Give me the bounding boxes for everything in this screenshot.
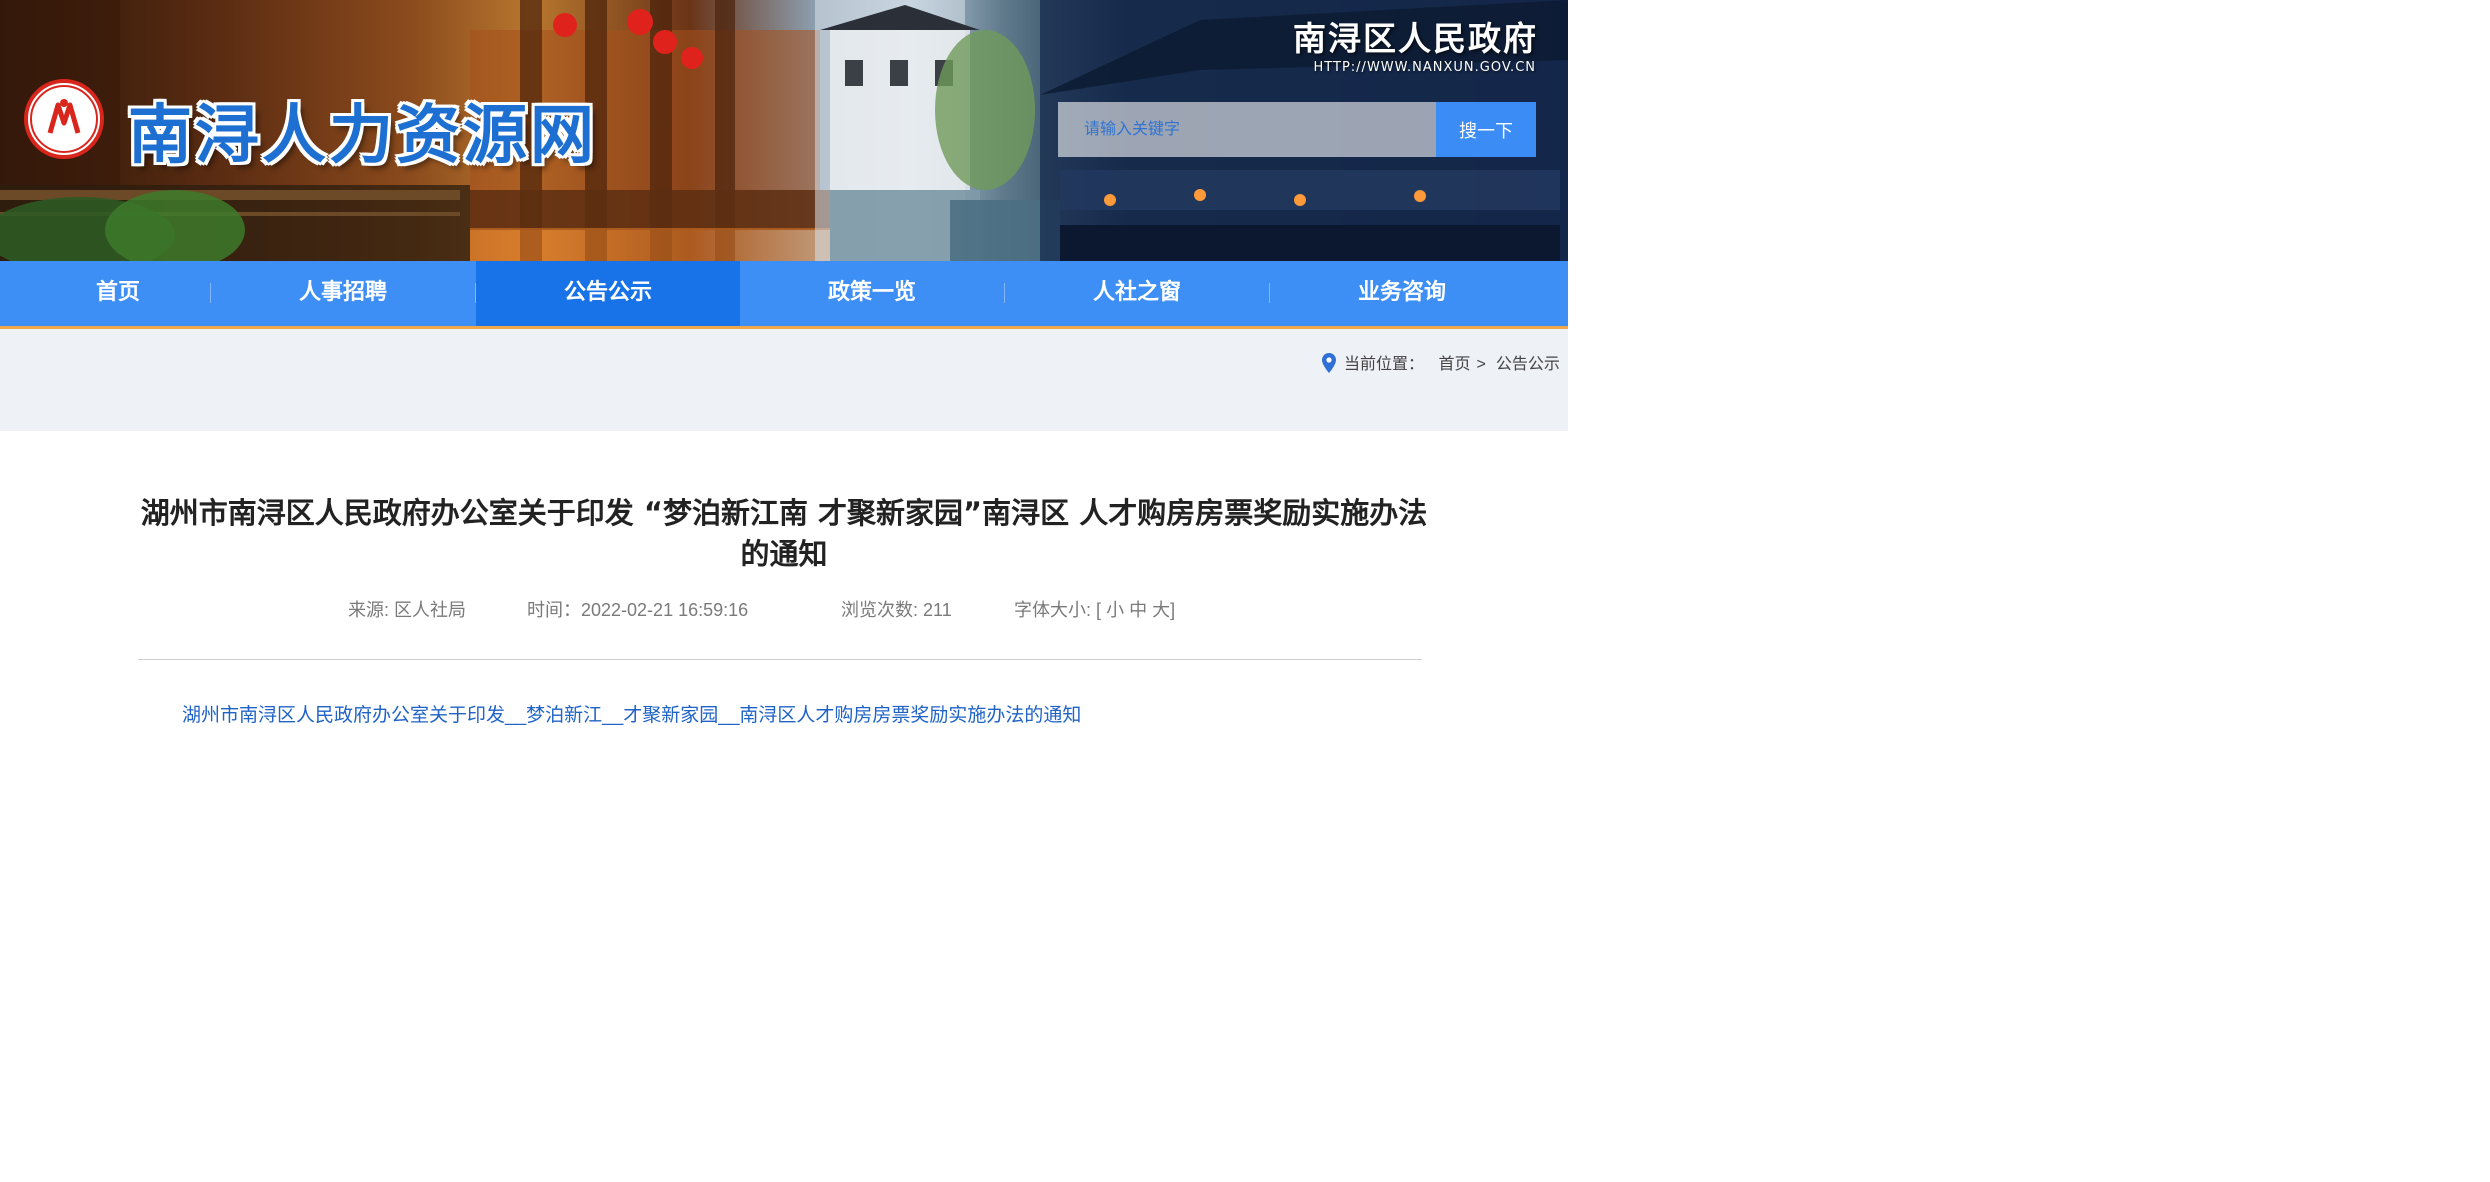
article-source: 来源: 区人社局 [348,596,466,622]
font-size-small-button[interactable]: 小 [1106,600,1124,620]
article-title: 湖州市南浔区人民政府办公室关于印发 “梦泊新江南 才聚新家园”南浔区 人才购房房… [140,496,1428,571]
header-banner: 南浔人力资源网 南浔区人民政府 HTTP://WWW.NANXUN.GOV.CN… [0,0,1568,261]
article-time: 时间：2022-02-21 16:59:16 [527,596,748,622]
article-views: 浏览次数: 211 [841,596,952,622]
breadcrumb-band: 当前位置： 首页 > 公告公示 [0,329,1568,431]
time-value: 2022-02-21 16:59:16 [581,600,749,620]
search-button[interactable]: 搜一下 [1436,102,1536,157]
breadcrumb-current-link[interactable]: 公告公示 [1496,356,1560,373]
source-value: 区人社局 [394,600,467,620]
search-input[interactable] [1058,102,1436,157]
font-size-medium-button[interactable]: 中 [1129,600,1147,620]
font-size-label: 字体大小: [1014,600,1092,620]
main-navigation: 首页 人事招聘 公告公示 政策一览 人社之窗 业务咨询 [0,261,1568,329]
nav-item-home[interactable]: 首页 [0,261,236,326]
views-label: 浏览次数: [841,600,919,620]
time-label: 时间： [527,600,581,620]
site-logo-emblem[interactable] [24,79,104,159]
government-url[interactable]: HTTP://WWW.NANXUN.GOV.CN [1314,60,1536,75]
attachment-link[interactable]: 湖州市南浔区人民政府办公室关于印发__梦泊新江__才聚新家园__南浔区人才购房房… [182,700,1081,727]
nav-item-policies[interactable]: 政策一览 [740,261,1004,326]
nav-item-announcements[interactable]: 公告公示 [476,261,740,326]
content-divider [138,659,1422,660]
nav-item-hr-window[interactable]: 人社之窗 [1005,261,1269,326]
font-size-control: 字体大小: [ 小 中 大] [1014,596,1175,622]
government-name[interactable]: 南浔区人民政府 [1293,12,1538,60]
nav-item-consulting[interactable]: 业务咨询 [1270,261,1534,326]
breadcrumb-separator: > [1476,356,1486,373]
font-size-close-bracket: ] [1170,600,1176,620]
breadcrumb-home-link[interactable]: 首页 [1438,356,1470,373]
nav-item-recruitment[interactable]: 人事招聘 [211,261,475,326]
breadcrumb: 当前位置： 首页 > 公告公示 [1322,350,1560,378]
breadcrumb-label: 当前位置： [1344,356,1425,373]
site-title[interactable]: 南浔人力资源网 [128,84,597,176]
location-pin-icon [1322,353,1336,378]
logo-emblem-icon [30,85,98,153]
font-size-open-bracket: [ [1096,600,1102,620]
font-size-large-button[interactable]: 大 [1152,600,1170,620]
source-label: 来源: [348,600,390,620]
views-count: 211 [923,600,952,620]
